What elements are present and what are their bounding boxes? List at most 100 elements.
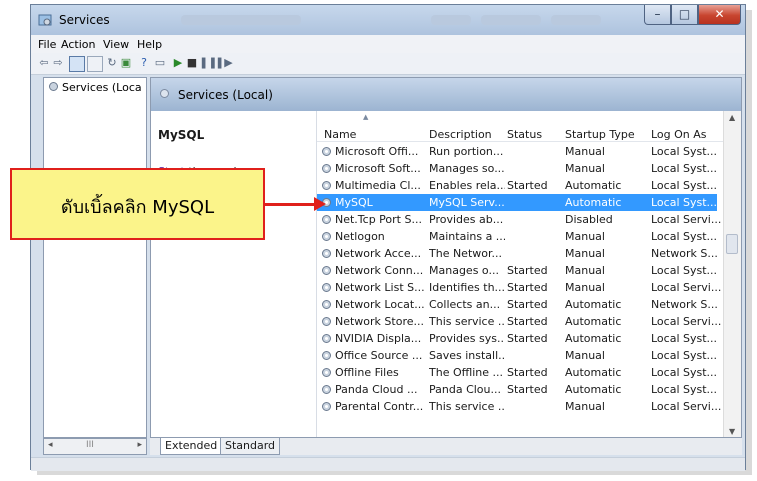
- minimize-button[interactable]: –: [644, 5, 671, 25]
- cell-logon: Local Servi...: [651, 315, 721, 328]
- cell-startup: Manual: [565, 247, 605, 260]
- service-row[interactable]: MySQL MySQL Serv... Automatic Local Syst...: [317, 194, 717, 211]
- menu-bar: File Action View Help: [31, 35, 745, 53]
- service-row[interactable]: Network Conn... Manages o... Started Manual…: [317, 262, 717, 279]
- tree-pane: Services (Loca: [43, 77, 147, 438]
- services-icon: [49, 82, 58, 91]
- scroll-thumb[interactable]: [726, 234, 738, 254]
- scroll-up-icon[interactable]: ▲: [729, 113, 735, 122]
- service-gear-icon: [322, 385, 331, 394]
- cell-name: Network Store...: [335, 315, 424, 328]
- back-arrow-icon[interactable]: ⇦: [37, 56, 51, 70]
- column-log-on-as[interactable]: Log On As: [651, 128, 707, 141]
- show-tree-icon[interactable]: [69, 56, 85, 72]
- tree-node-services-local[interactable]: Services (Loca: [48, 81, 142, 94]
- cell-startup: Automatic: [565, 298, 622, 311]
- restart-service-icon[interactable]: ❚▶: [215, 56, 233, 70]
- column-startup-type[interactable]: Startup Type: [565, 128, 635, 141]
- cell-logon: Local Syst...: [651, 332, 718, 345]
- close-button[interactable]: ✕: [698, 5, 741, 25]
- start-service-icon[interactable]: ▶: [171, 56, 185, 70]
- service-row[interactable]: Microsoft Offi... Run portion... Manual Loc…: [317, 143, 717, 160]
- cell-desc: Manages o...: [429, 264, 499, 277]
- cell-desc: Maintains a ...: [429, 230, 505, 243]
- selected-service-name: MySQL: [158, 128, 205, 142]
- services-list: ▲ Name Description Status Startup Type L…: [316, 111, 741, 437]
- cell-desc: Manages so...: [429, 162, 505, 175]
- callout-text: ดับเบิ้ลคลิก MySQL: [60, 197, 215, 218]
- service-row[interactable]: Netlogon Maintains a ... Manual Local Syst.…: [317, 228, 717, 245]
- service-row[interactable]: Network Locat... Collects an... Started Aut…: [317, 296, 718, 313]
- column-headers: ▲ Name Description Status Startup Type L…: [317, 111, 741, 142]
- column-name[interactable]: Name: [324, 128, 356, 141]
- scroll-thumb-grip-icon[interactable]: III: [86, 440, 94, 450]
- stop-service-icon[interactable]: ■: [185, 56, 199, 70]
- view-tabs: Extended Standard: [150, 438, 742, 455]
- service-row[interactable]: Net.Tcp Port S... Provides ab... Disabled L…: [317, 211, 721, 228]
- cell-startup: Manual: [565, 230, 605, 243]
- cell-desc: Run portion...: [429, 145, 504, 158]
- cell-logon: Local Syst...: [651, 349, 718, 362]
- cell-status: Started: [507, 264, 548, 277]
- service-row[interactable]: NVIDIA Displa... Provides sys... Started Au…: [317, 330, 717, 347]
- service-gear-icon: [322, 215, 331, 224]
- cell-startup: Automatic: [565, 366, 622, 379]
- menu-help[interactable]: Help: [137, 38, 162, 51]
- maximize-button[interactable]: □: [671, 5, 698, 25]
- forward-arrow-icon[interactable]: ⇨: [51, 56, 65, 70]
- cell-desc: The Offline ...: [429, 366, 504, 379]
- service-gear-icon: [322, 266, 331, 275]
- service-row[interactable]: Office Source ... Saves install... Manual L…: [317, 347, 717, 364]
- cell-logon: Network S...: [651, 298, 718, 311]
- service-gear-icon: [322, 249, 331, 258]
- window-title: Services: [59, 13, 110, 27]
- title-bar[interactable]: Services – □ ✕: [31, 5, 745, 35]
- cell-status: Started: [507, 298, 548, 311]
- service-row[interactable]: Parental Contr... This service ... Manual L…: [317, 398, 721, 415]
- service-row[interactable]: Network Acce... The Networ... Manual Networ…: [317, 245, 718, 262]
- export-icon[interactable]: ▣: [119, 56, 133, 70]
- service-gear-icon: [322, 317, 331, 326]
- service-gear-icon: [322, 351, 331, 360]
- refresh-icon[interactable]: ↻: [105, 56, 119, 70]
- scroll-right-icon[interactable]: ▸: [137, 440, 142, 450]
- blurred-tab: [431, 15, 471, 25]
- column-description[interactable]: Description: [429, 128, 492, 141]
- services-gear-icon: [38, 14, 52, 26]
- service-row[interactable]: Network List S... Identifies th... Started…: [317, 279, 721, 296]
- pause-service-icon[interactable]: ❚❚: [199, 56, 217, 70]
- menu-file[interactable]: File: [38, 38, 56, 51]
- column-status[interactable]: Status: [507, 128, 542, 141]
- cell-name: Network Acce...: [335, 247, 422, 260]
- menu-action[interactable]: Action: [61, 38, 95, 51]
- cell-logon: Local Servi...: [651, 213, 721, 226]
- cell-logon: Local Syst...: [651, 179, 718, 192]
- menu-view[interactable]: View: [103, 38, 129, 51]
- cell-logon: Local Servi...: [651, 400, 721, 413]
- scroll-left-icon[interactable]: ◂: [48, 440, 53, 450]
- cell-status: Started: [507, 315, 548, 328]
- cell-startup: Automatic: [565, 332, 622, 345]
- scroll-down-icon[interactable]: ▼: [729, 427, 735, 436]
- console-icon[interactable]: ▭: [153, 56, 167, 70]
- cell-startup: Automatic: [565, 196, 622, 209]
- help-icon[interactable]: ?: [137, 56, 151, 70]
- status-bar: [31, 457, 745, 471]
- cell-startup: Manual: [565, 281, 605, 294]
- callout-arrow: [265, 203, 317, 206]
- service-row[interactable]: Microsoft Soft... Manages so... Manual Loca…: [317, 160, 717, 177]
- tree-horizontal-scrollbar[interactable]: ◂ III ▸: [43, 438, 147, 455]
- cell-name: Parental Contr...: [335, 400, 424, 413]
- cell-name: Panda Cloud ...: [335, 383, 418, 396]
- tab-standard[interactable]: Standard: [220, 438, 281, 455]
- service-row[interactable]: Offline Files The Offline ... Started Autom…: [317, 364, 717, 381]
- properties-icon[interactable]: [87, 56, 103, 72]
- cell-logon: Network S...: [651, 247, 718, 260]
- service-row[interactable]: Panda Cloud ... Panda Clou... Started Autom…: [317, 381, 717, 398]
- cell-logon: Local Syst...: [651, 196, 718, 209]
- service-row[interactable]: Multimedia Cl... Enables rela... Started Au…: [317, 177, 717, 194]
- tab-extended[interactable]: Extended: [160, 438, 223, 455]
- service-row[interactable]: Network Store... This service ... Started A…: [317, 313, 721, 330]
- service-gear-icon: [322, 283, 331, 292]
- list-vertical-scrollbar[interactable]: ▲ ▼: [723, 111, 741, 437]
